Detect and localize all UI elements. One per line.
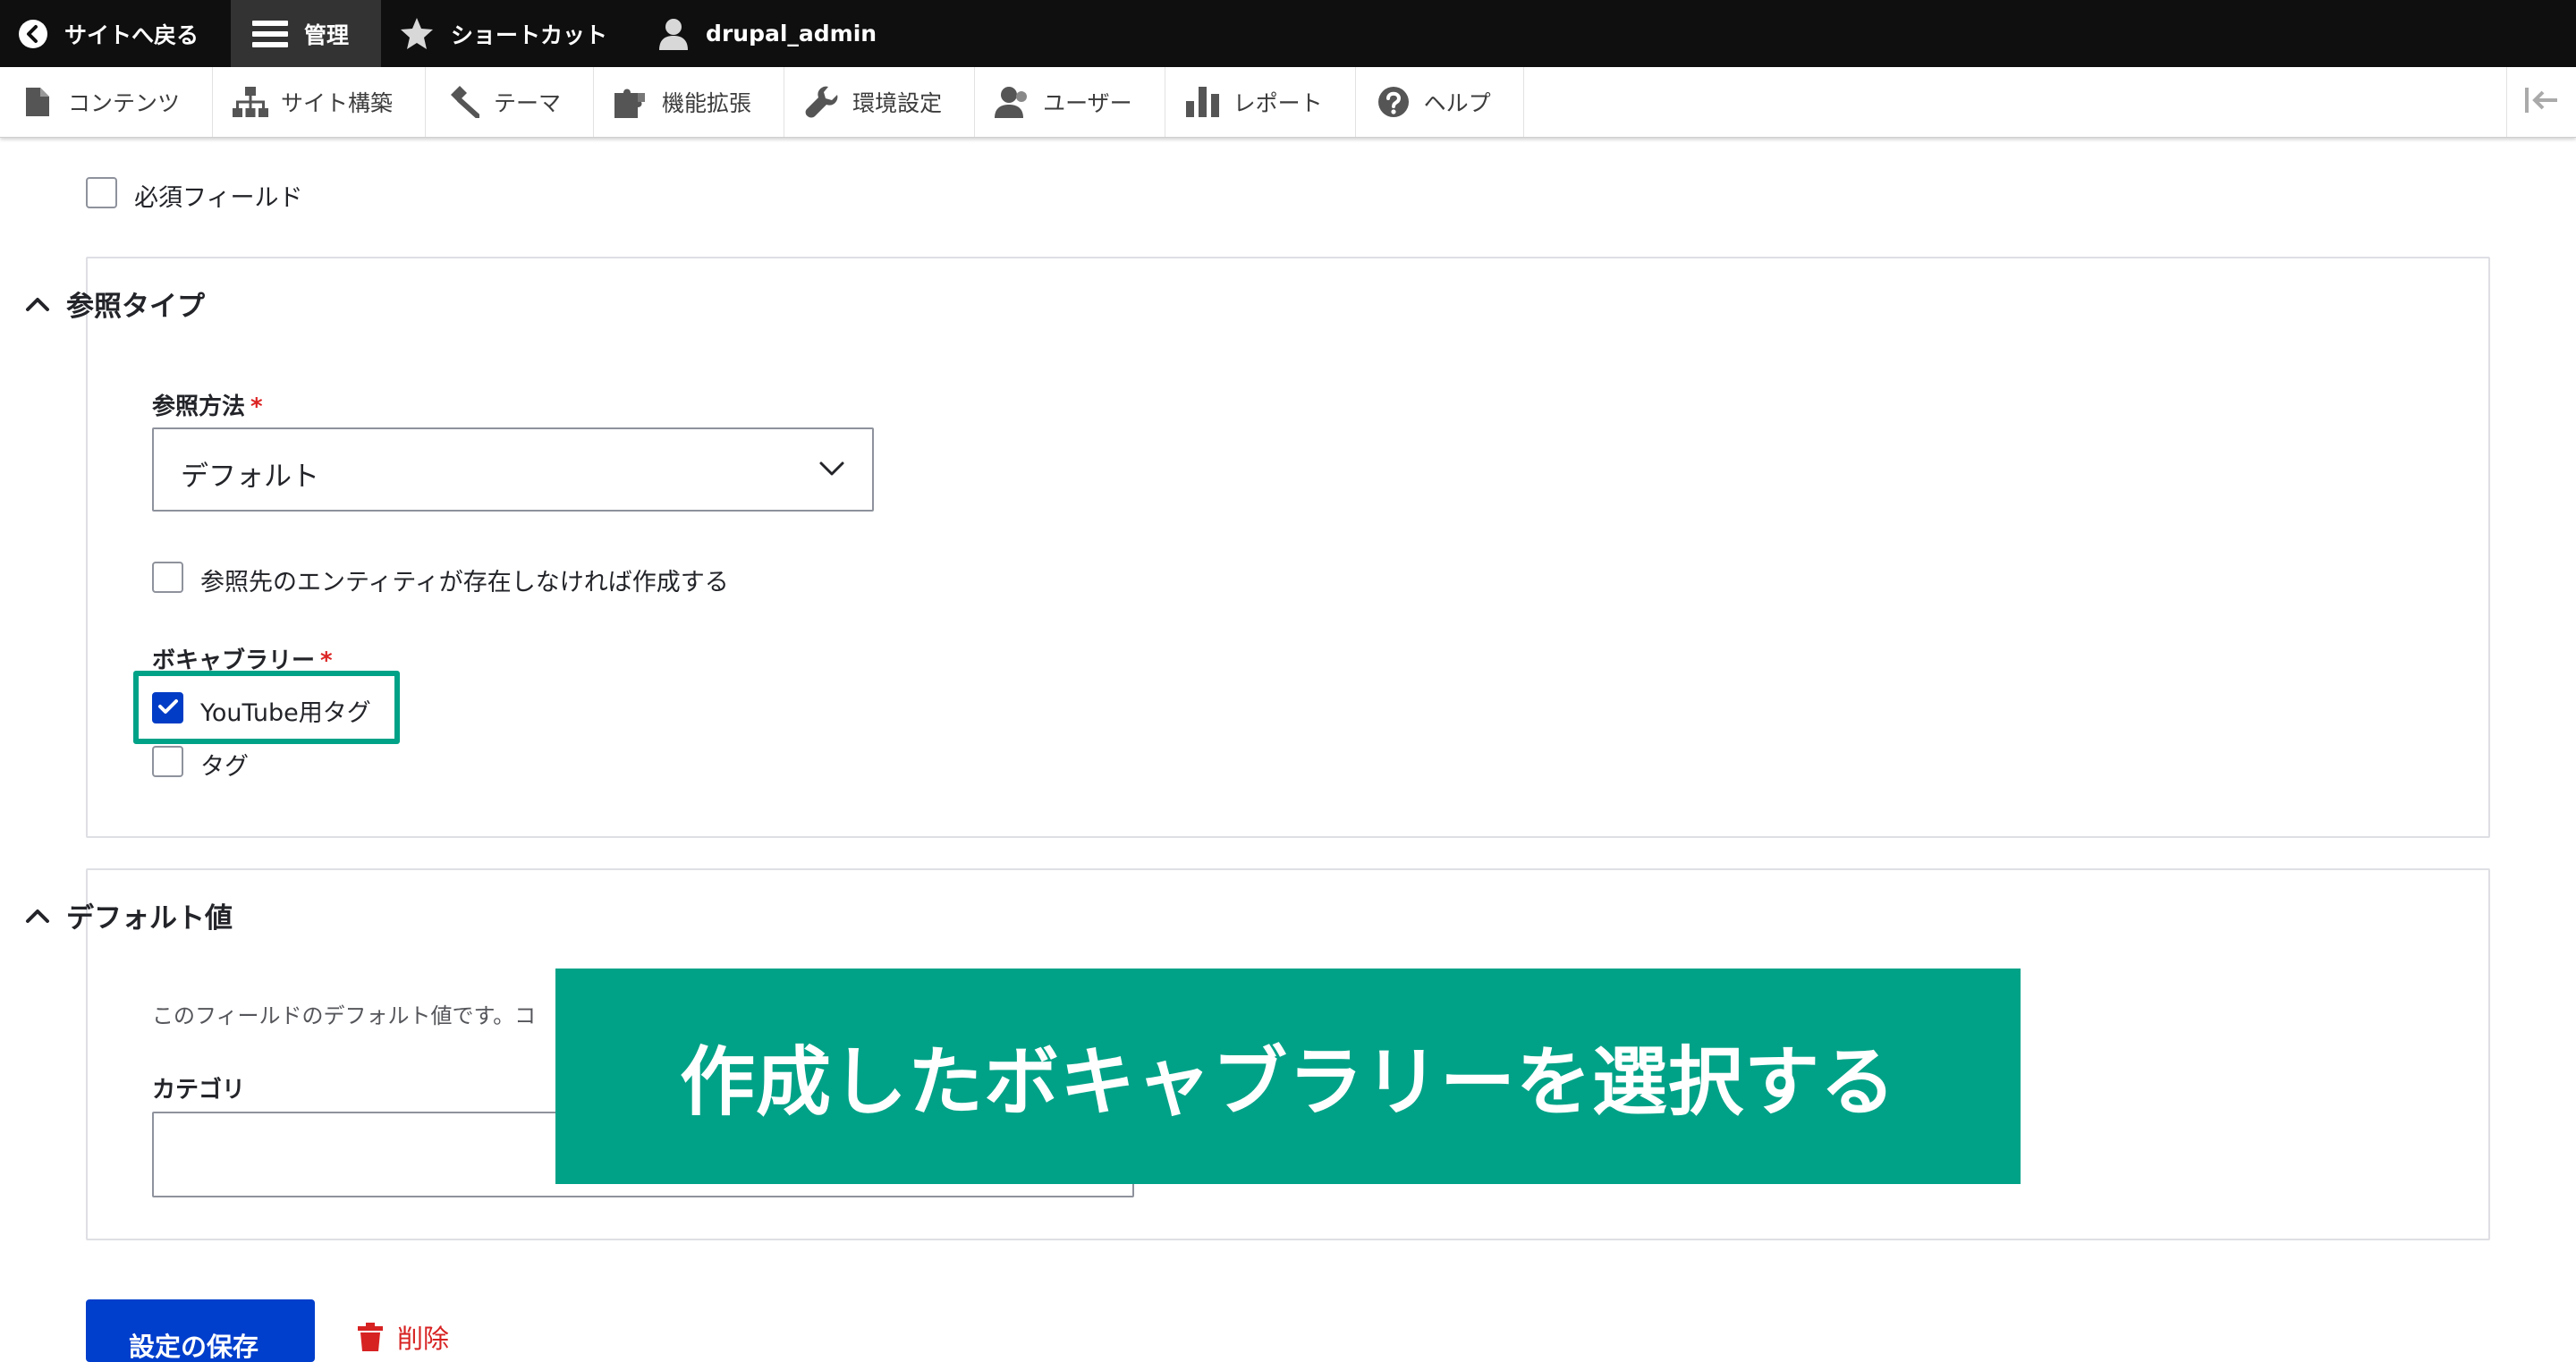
chevron-up-icon [25, 908, 50, 924]
back-icon [18, 19, 48, 49]
category-label: カテゴリ [152, 1077, 246, 1104]
delete-label: 削除 [397, 1324, 450, 1354]
reference-method-select[interactable]: デフォルト [152, 427, 874, 512]
default-value-legend[interactable]: デフォルト値 [25, 895, 233, 935]
vocabulary-tags-checkbox[interactable] [152, 746, 183, 777]
back-to-site-label: サイトへ戻る [64, 21, 199, 48]
admin-menu-tray: コンテンツ サイト構築 テーマ 機能拡張 環境設定 ユーザー レポート ヘルプ [0, 67, 2576, 138]
trash-icon [358, 1323, 383, 1351]
tray-label-help: ヘルプ [1423, 90, 1491, 116]
help-icon [1376, 86, 1411, 118]
bar-chart-icon [1185, 87, 1221, 117]
paintbrush-icon [445, 86, 481, 118]
reference-type-legend-text: 参照タイプ [66, 291, 205, 323]
tray-label-people: ユーザー [1043, 90, 1132, 116]
tray-item-appearance[interactable]: テーマ [426, 67, 595, 137]
admin-toolbar: サイトへ戻る 管理 ショートカット drupal_admin [0, 0, 2576, 67]
puzzle-icon [614, 86, 649, 118]
chevron-up-icon [25, 296, 50, 312]
star-icon [399, 17, 435, 51]
tray-label-reports: レポート [1233, 90, 1323, 116]
required-field-checkbox[interactable] [86, 177, 117, 208]
tray-label-extend: 機能拡張 [662, 90, 752, 116]
collapse-icon [2524, 88, 2559, 116]
manage-tab[interactable]: 管理 [231, 0, 382, 67]
user-tab[interactable]: drupal_admin [640, 0, 909, 67]
reference-method-value: デフォルト [181, 461, 319, 493]
file-icon [20, 88, 55, 116]
collapse-tray-button[interactable] [2506, 67, 2576, 137]
tray-item-people[interactable]: ユーザー [975, 67, 1165, 137]
tray-item-reports[interactable]: レポート [1165, 67, 1356, 137]
wrench-icon [804, 85, 840, 119]
shortcuts-label: ショートカット [451, 21, 608, 48]
annotation-banner: 作成したボキャブラリーを選択する [555, 969, 2021, 1184]
tray-item-content[interactable]: コンテンツ [0, 67, 214, 137]
sitemap-icon [233, 87, 269, 117]
default-value-legend-text: デフォルト値 [66, 902, 233, 935]
menu-icon [252, 19, 289, 49]
auto-create-label: 参照先のエンティティが存在しなければ作成する [200, 569, 729, 596]
delete-link[interactable]: 削除 [358, 1318, 449, 1356]
tray-label-content: コンテンツ [68, 90, 181, 116]
reference-method-label-text: 参照方法 [152, 393, 246, 420]
tray-item-structure[interactable]: サイト構築 [213, 67, 427, 137]
tray-label-configuration: 環境設定 [852, 90, 943, 116]
people-icon [995, 86, 1030, 118]
tray-item-extend[interactable]: 機能拡張 [594, 67, 785, 137]
chevron-down-icon [818, 460, 845, 481]
user-icon [657, 17, 690, 51]
reference-type-legend[interactable]: 参照タイプ [25, 283, 205, 324]
auto-create-checkbox[interactable] [152, 562, 183, 593]
manage-label: 管理 [304, 21, 350, 48]
reference-type-fieldset [86, 257, 2490, 838]
reference-method-label: 参照方法 * [152, 388, 263, 421]
save-settings-button[interactable]: 設定の保存 [86, 1299, 315, 1362]
required-mark: * [250, 393, 263, 420]
back-to-site-link[interactable]: サイトへ戻る [0, 0, 231, 67]
default-value-description: このフィールドのデフォルト値です。コ [152, 1003, 537, 1028]
tray-label-appearance: テーマ [494, 90, 562, 116]
shortcuts-tab[interactable]: ショートカット [381, 0, 640, 67]
required-field-label: 必須フィールド [134, 184, 303, 212]
vocabulary-tags-label: タグ [200, 753, 249, 781]
tray-label-structure: サイト構築 [281, 90, 394, 116]
tray-item-help[interactable]: ヘルプ [1356, 67, 1524, 137]
tray-item-configuration[interactable]: 環境設定 [784, 67, 976, 137]
annotation-highlight-box [133, 671, 400, 744]
user-name: drupal_admin [706, 21, 877, 47]
